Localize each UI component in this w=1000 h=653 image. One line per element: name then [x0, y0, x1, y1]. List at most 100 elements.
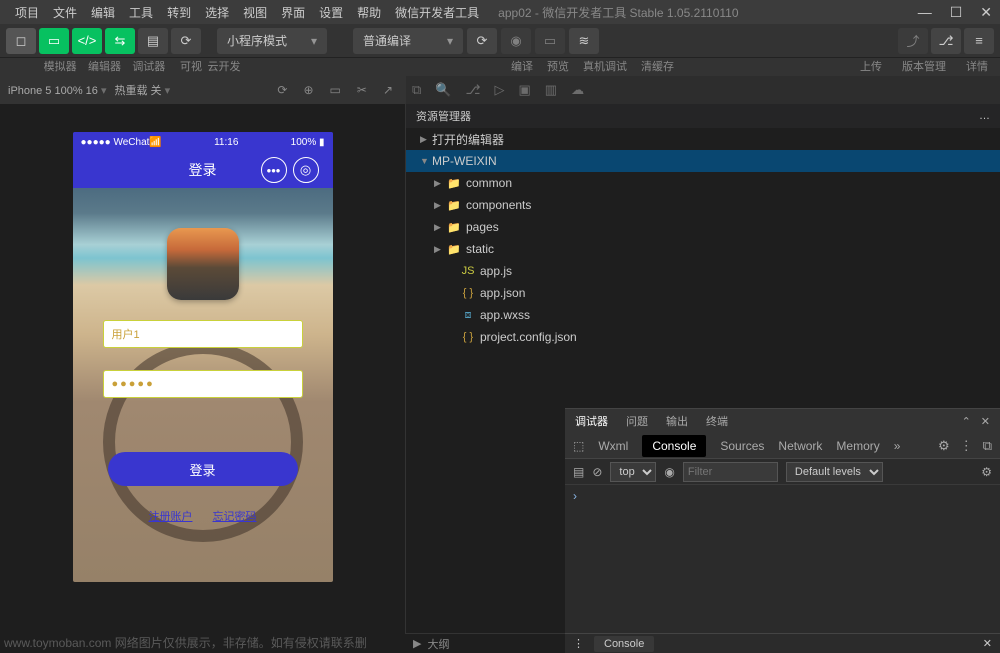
- device-select[interactable]: iPhone 5 100% 16: [8, 84, 107, 97]
- remote-debug-button[interactable]: ▭: [535, 28, 565, 54]
- tab-terminal[interactable]: 终端: [706, 413, 728, 429]
- search-icon[interactable]: 🔍: [435, 82, 451, 98]
- time-label: 11:16: [162, 137, 291, 148]
- folder-components[interactable]: ▶📁components: [406, 194, 1000, 216]
- register-link[interactable]: 注册账户: [149, 508, 193, 524]
- rotate-icon[interactable]: ⊕: [299, 83, 317, 97]
- capsule-close-icon[interactable]: ◎: [293, 157, 319, 183]
- capsule-menu-icon[interactable]: •••: [261, 157, 287, 183]
- file-app-json[interactable]: { }app.json: [406, 282, 1000, 304]
- drawer-close-icon[interactable]: ✕: [983, 637, 992, 650]
- more-icon[interactable]: ↗: [379, 83, 397, 97]
- menu-tools[interactable]: 工具: [122, 4, 160, 21]
- drawer-vdots-icon[interactable]: ⋮: [573, 637, 584, 650]
- device-icon[interactable]: ▭: [326, 83, 345, 97]
- clear-console-icon[interactable]: ⊘: [592, 465, 602, 479]
- menu-settings[interactable]: 设置: [312, 4, 350, 21]
- close-button[interactable]: ✕: [980, 4, 992, 21]
- folder-static[interactable]: ▶📁static: [406, 238, 1000, 260]
- eye-icon[interactable]: ◉: [664, 465, 674, 479]
- carrier-label: ●●●●● WeChat📶: [81, 137, 162, 148]
- sidebar-toggle-icon[interactable]: ▤: [573, 465, 584, 479]
- phone-status-bar: ●●●●● WeChat📶 11:16 100% ▮: [73, 132, 333, 152]
- hotreload-select[interactable]: 热重载 关: [115, 82, 171, 98]
- files-icon[interactable]: ⧉: [412, 82, 421, 98]
- password-input[interactable]: ●●●●●: [103, 370, 303, 398]
- simulator-toggle[interactable]: ▭: [39, 28, 69, 54]
- version-button[interactable]: ⎇: [931, 28, 961, 54]
- battery-label: 100% ▮: [291, 137, 325, 148]
- kebab-icon[interactable]: ⋮: [960, 438, 973, 454]
- chevron-up-icon[interactable]: ⌃: [962, 415, 971, 428]
- menu-file[interactable]: 文件: [46, 4, 84, 21]
- devtools-panel: 调试器 问题 输出 终端 ⌃ ✕ ⬚ Wxml Console Sources …: [565, 408, 1000, 653]
- tab-console[interactable]: Console: [642, 435, 706, 457]
- cloud-dev-button[interactable]: ⟳: [171, 28, 201, 54]
- tab-wxml[interactable]: Wxml: [598, 439, 628, 453]
- avatar-button[interactable]: ◻: [6, 28, 36, 54]
- console-body[interactable]: ›: [565, 485, 1000, 653]
- menu-ui[interactable]: 界面: [274, 4, 312, 21]
- folder-pages[interactable]: ▶📁pages: [406, 216, 1000, 238]
- menu-edit[interactable]: 编辑: [84, 4, 122, 21]
- file-project-config[interactable]: { }project.config.json: [406, 326, 1000, 348]
- tab-sources[interactable]: Sources: [720, 439, 764, 453]
- tabs-overflow[interactable]: »: [894, 439, 901, 453]
- file-app-wxss[interactable]: ⧈app.wxss: [406, 304, 1000, 326]
- minimize-button[interactable]: —: [918, 4, 932, 21]
- drawer-console-tab[interactable]: Console: [594, 636, 654, 652]
- editor-toggle[interactable]: </>: [72, 28, 102, 54]
- file-app-js[interactable]: JSapp.js: [406, 260, 1000, 282]
- upload-button[interactable]: ⤴: [898, 28, 928, 54]
- db-icon[interactable]: ▥: [545, 82, 557, 98]
- forgot-link[interactable]: 忘记密码: [213, 508, 257, 524]
- project-root[interactable]: ▼MP-WEIXIN: [406, 150, 1000, 172]
- details-button[interactable]: ≡: [964, 28, 994, 54]
- context-select[interactable]: top: [610, 462, 656, 482]
- cut-icon[interactable]: ✂: [353, 83, 371, 97]
- visual-toggle[interactable]: ▤: [138, 28, 168, 54]
- filter-input[interactable]: [683, 462, 778, 482]
- login-button[interactable]: 登录: [108, 452, 298, 486]
- menu-wxdev[interactable]: 微信开发者工具: [388, 4, 486, 21]
- preview-button[interactable]: ◉: [501, 28, 531, 54]
- menu-project[interactable]: 项目: [8, 4, 46, 21]
- git-icon[interactable]: ⎇: [465, 82, 480, 98]
- explorer-header: 资源管理器 …: [406, 104, 1000, 128]
- compile-button[interactable]: ⟳: [467, 28, 497, 54]
- gear-icon[interactable]: ⚙: [938, 438, 950, 454]
- tab-debugger[interactable]: 调试器: [575, 413, 608, 429]
- debug-icon[interactable]: ▷: [494, 82, 504, 98]
- tab-problems[interactable]: 问题: [626, 413, 648, 429]
- main-toolbar: ◻ ▭ </> ⇆ ▤ ⟳ 小程序模式 普通编译 ⟳ ◉ ▭ ≋ ⤴ ⎇ ≡: [0, 24, 1000, 58]
- extension-icon[interactable]: ▣: [518, 82, 530, 98]
- inspect-icon[interactable]: ⬚: [573, 439, 584, 453]
- username-input[interactable]: 用户1: [103, 320, 303, 348]
- tab-memory[interactable]: Memory: [836, 439, 879, 453]
- settings-icon[interactable]: ⚙: [981, 465, 992, 479]
- debugger-toggle[interactable]: ⇆: [105, 28, 135, 54]
- tab-output[interactable]: 输出: [666, 413, 688, 429]
- compile-select[interactable]: 普通编译: [353, 28, 463, 54]
- maximize-button[interactable]: ☐: [950, 4, 963, 21]
- open-editors-section[interactable]: ▶打开的编辑器: [406, 128, 1000, 150]
- toolbar-labels: 模拟器编辑器调试器 可视化 云开发 编译预览真机调试清缓存 上传版本管理详情: [0, 58, 1000, 76]
- folder-common[interactable]: ▶📁common: [406, 172, 1000, 194]
- menu-goto[interactable]: 转到: [160, 4, 198, 21]
- explorer-more-icon[interactable]: …: [979, 110, 990, 122]
- clear-cache-button[interactable]: ≋: [569, 28, 599, 54]
- other-icon[interactable]: ☁: [571, 82, 584, 98]
- console-controls: ▤ ⊘ top ◉ Default levels ⚙: [565, 459, 1000, 485]
- dock-icon[interactable]: ⧉: [983, 438, 992, 454]
- menu-view[interactable]: 视图: [236, 4, 274, 21]
- menu-select[interactable]: 选择: [198, 4, 236, 21]
- menu-help[interactable]: 帮助: [350, 4, 388, 21]
- console-drawer: ⋮ Console ✕: [565, 633, 1000, 653]
- simulator-panel: iPhone 5 100% 16 热重载 关 ⟳ ⊕ ▭ ✂ ↗ ●●●●● W…: [0, 76, 405, 653]
- mode-select[interactable]: 小程序模式: [217, 28, 327, 54]
- refresh-icon[interactable]: ⟳: [273, 83, 291, 97]
- tab-network[interactable]: Network: [778, 439, 822, 453]
- outline-bar[interactable]: ▶ 大纲: [405, 633, 565, 653]
- close-panel-icon[interactable]: ✕: [981, 415, 990, 428]
- levels-select[interactable]: Default levels: [786, 462, 883, 482]
